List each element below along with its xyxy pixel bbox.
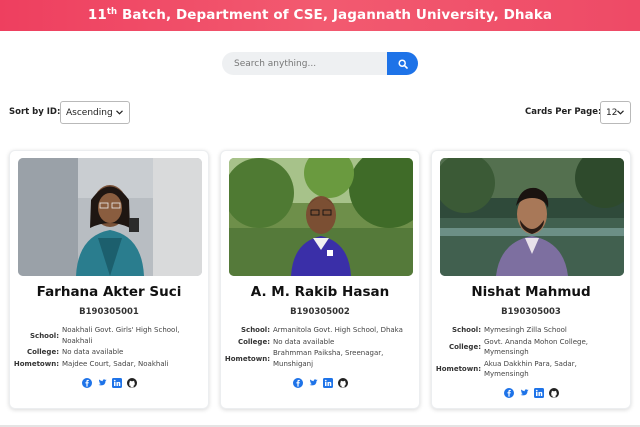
cards-per-page-label: Cards Per Page: xyxy=(525,107,602,117)
school-value: Noakhali Govt. Girls' High School, Noakh… xyxy=(62,326,180,345)
social-links xyxy=(432,388,630,398)
student-card: Farhana Akter Suci B190305001 School: Noa… xyxy=(9,150,209,409)
chevron-down-icon xyxy=(116,110,123,115)
student-name: Farhana Akter Suci xyxy=(36,284,182,300)
github-icon[interactable] xyxy=(126,378,137,388)
student-photo xyxy=(18,158,202,276)
search-bar xyxy=(222,52,418,75)
facebook-icon[interactable] xyxy=(81,378,92,388)
hometown-value: Akua Dakkhin Para, Sadar, Mymensingh xyxy=(484,359,577,379)
linkedin-icon[interactable] xyxy=(322,378,333,388)
hometown-label: Hometown: xyxy=(435,365,481,373)
github-icon[interactable] xyxy=(337,378,348,388)
hometown-row: Hometown: Akua Dakkhin Para, Sadar, Mymen… xyxy=(432,359,630,380)
school-label: School: xyxy=(241,326,270,335)
school-value: Mymesingh Zilla School xyxy=(484,326,567,334)
college-row: College: No data available xyxy=(10,347,208,358)
twitter-icon[interactable] xyxy=(519,388,529,398)
college-value: Govt. Ananda Mohon College, Mymensingh xyxy=(484,337,588,357)
sort-select[interactable]: Ascending xyxy=(60,101,130,124)
linkedin-icon[interactable] xyxy=(111,378,122,388)
school-label: School: xyxy=(30,331,59,340)
linkedin-icon[interactable] xyxy=(533,388,544,398)
student-name: Nishat Mahmud xyxy=(471,284,591,300)
hometown-value: Majdee Court, Sadar, Noakhali xyxy=(62,359,169,368)
facebook-icon[interactable] xyxy=(503,388,514,398)
sort-select-value: Ascending xyxy=(66,107,113,118)
school-value: Armanitola Govt. High School, Dhaka xyxy=(273,326,403,334)
facebook-icon[interactable] xyxy=(292,378,303,388)
student-info: School: Mymesingh Zilla School College: Go… xyxy=(432,325,630,381)
search-icon xyxy=(397,58,408,69)
college-row: College: Govt. Ananda Mohon College, Myme… xyxy=(432,337,630,358)
student-info: School: Armanitola Govt. High School, Dha… xyxy=(221,325,419,370)
header-title-text: Batch, Department of CSE, Jagannath Univ… xyxy=(117,7,553,23)
twitter-icon[interactable] xyxy=(308,378,318,388)
student-photo xyxy=(229,158,413,276)
student-id: B190305003 xyxy=(501,307,561,317)
student-info: School: Noakhali Govt. Girls' High School… xyxy=(10,325,208,370)
cards-per-page-select[interactable]: 12 xyxy=(600,101,631,124)
school-row: School: Mymesingh Zilla School xyxy=(432,325,630,336)
social-links xyxy=(10,378,208,388)
school-row: School: Noakhali Govt. Girls' High School… xyxy=(10,325,208,346)
hometown-row: Hometown: Brahmman Paiksha, Sreenagar, Mu… xyxy=(221,348,419,369)
college-value: No data available xyxy=(273,337,335,346)
college-row: College: No data available xyxy=(221,337,419,348)
college-label: College: xyxy=(26,348,59,357)
college-label: College: xyxy=(237,337,270,346)
cards-per-page-value: 12 xyxy=(606,107,618,118)
student-id: B190305001 xyxy=(79,307,139,317)
student-photo xyxy=(440,158,624,276)
hometown-label: Hometown: xyxy=(13,359,59,368)
hometown-row: Hometown: Majdee Court, Sadar, Noakhali xyxy=(10,359,208,370)
search-button[interactable] xyxy=(387,52,418,75)
school-row: School: Armanitola Govt. High School, Dha… xyxy=(221,325,419,336)
social-links xyxy=(221,378,419,388)
college-label: College: xyxy=(448,343,481,351)
student-id: B190305002 xyxy=(290,307,350,317)
header-title-suffix: th xyxy=(106,7,118,17)
student-card: Nishat Mahmud B190305003 School: Mymesing… xyxy=(431,150,631,409)
college-value: No data available xyxy=(62,348,124,356)
chevron-down-icon xyxy=(617,110,624,115)
search-input[interactable] xyxy=(222,52,388,75)
school-label: School: xyxy=(452,326,481,335)
page-header: 11th Batch, Department of CSE, Jagannath… xyxy=(0,0,640,31)
hometown-label: Hometown: xyxy=(224,354,270,363)
github-icon[interactable] xyxy=(548,388,559,398)
sort-label: Sort by ID: xyxy=(9,107,61,117)
header-title-number: 11 xyxy=(87,7,107,23)
student-card: A. M. Rakib Hasan B190305002 School: Arma… xyxy=(220,150,420,409)
twitter-icon[interactable] xyxy=(97,378,107,388)
student-name: A. M. Rakib Hasan xyxy=(250,284,390,300)
hometown-value: Brahmman Paiksha, Sreenagar, Munshiganj xyxy=(273,349,384,368)
